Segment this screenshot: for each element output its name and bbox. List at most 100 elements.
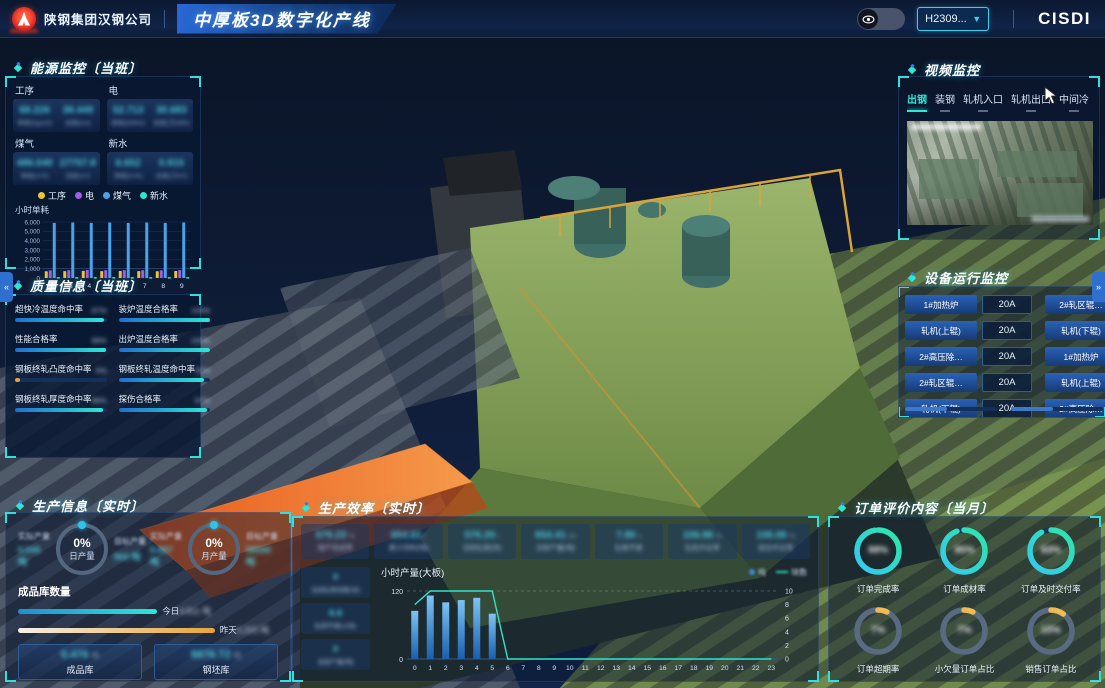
model-dropdown[interactable]: H2309... ▼: [917, 7, 989, 31]
svg-text:1: 1: [428, 665, 432, 672]
energy-value: 30.683: [156, 105, 187, 116]
video-panel: 出钢装钢轧机入口轧机出口中间冷电动热: [898, 76, 1100, 240]
gauge-left-value: 0.967 吨: [150, 545, 182, 568]
quality-item-pct: 100%: [191, 306, 210, 315]
energy-group: 电52.713单耗(kWh/t)30.683总耗(万kWh): [107, 82, 194, 132]
quality-item: 钢板终轧凸度命中率 5%: [15, 363, 107, 382]
svg-text:8: 8: [785, 602, 789, 609]
energy-panel: 工序68.226单耗(kgce/t)39.449总耗(tce)电52.713单耗…: [5, 76, 201, 269]
left-collapse-tab[interactable]: «: [0, 272, 13, 302]
energy-stats-grid: 工序68.226单耗(kgce/t)39.449总耗(tce)电52.713单耗…: [13, 82, 193, 185]
production-info-panel: 实际产量0.045 吨0%日产量目标产量900 吨实际产量0.967 吨0%月产…: [5, 512, 291, 682]
output-gauge-group: 实际产量0.967 吨0%月产量目标产量58000 吨: [150, 523, 278, 575]
devices-panel: 1#加热炉20A2#轧区辊…20A轧机(上辊)20A轧机(下辊)20A2#高压除…: [898, 286, 1105, 418]
gauge-ring: 0%月产量: [188, 523, 240, 575]
energy-panel-title: 能源监控〔当班〕: [12, 58, 142, 77]
efficiency-stat-value: 654.61 t: [391, 530, 426, 541]
device-reading: 1#加热炉20A: [905, 295, 1037, 314]
stock-bar: [18, 628, 215, 633]
video-tab-1[interactable]: 出钢: [907, 91, 927, 112]
svg-text:20: 20: [721, 665, 729, 672]
svg-text:12: 12: [597, 665, 605, 672]
energy-value-label: 总耗(万m³): [156, 170, 187, 180]
energy-value-label: 总耗(tce): [65, 117, 91, 127]
quality-item-fill: [119, 378, 204, 382]
energy-value: 39.449: [63, 105, 94, 116]
diamond-icon: [836, 502, 848, 514]
legend-item: 新水: [140, 189, 168, 202]
device-label: 轧机(上辊): [1045, 373, 1105, 392]
device-label: 轧机(上辊): [905, 321, 977, 340]
quality-item: 超快冷温度命中率97%: [15, 303, 107, 322]
efficiency-stat-tile: 106.06 %综合作业率: [742, 524, 810, 559]
efficiency-side-label: 当班轧制块数(块): [311, 584, 361, 594]
header-divider-2: [1013, 10, 1014, 28]
stock-box: 0.476 吨成品库: [18, 644, 142, 680]
quality-item-fill: [15, 378, 20, 382]
svg-text:8: 8: [537, 665, 541, 672]
video-watermark: [1031, 216, 1089, 222]
energy-group-box: 68.226单耗(kgce/t)39.449总耗(tce): [13, 99, 100, 132]
energy-value: 52.713: [113, 105, 144, 116]
company-logo-icon: [12, 7, 36, 31]
svg-text:7: 7: [521, 665, 525, 672]
energy-group: 煤气486.040单耗(m³/t)27757.8总耗(m³): [13, 135, 100, 185]
energy-value-label: 总耗(万kWh): [153, 117, 190, 127]
quality-item-label: 装炉温度合格率: [119, 303, 179, 315]
quality-item-label: 出炉温度合格率: [119, 333, 179, 345]
efficiency-stat-label: 当班轧制(块): [462, 543, 502, 553]
gauge-name: 日产量: [69, 550, 95, 562]
order-donut: 10%销售订单占比: [1008, 605, 1094, 675]
quality-item: 装炉温度合格率 100%: [119, 303, 211, 322]
device-value: 20A: [982, 373, 1032, 392]
device-label: 1#加热炉: [1045, 347, 1105, 366]
video-camera-tabs: 出钢装钢轧机入口轧机出口中间冷电动热: [907, 91, 1093, 112]
quality-item-fill: [15, 408, 103, 412]
svg-text:1,000: 1,000: [25, 266, 41, 273]
efficiency-stat-tile: 579.23 %班产完成率: [301, 524, 369, 559]
svg-text:6,000: 6,000: [25, 219, 41, 226]
stock-bar-row: 今日4,811 吨: [18, 605, 278, 617]
device-scrollbar-left[interactable]: [905, 407, 997, 411]
device-reading: 1#加热炉20A: [1045, 347, 1105, 366]
donut-label: 销售订单占比: [1025, 663, 1076, 675]
quality-item-label: 钢板终轧凸度命中率: [15, 363, 92, 375]
stock-box-value: 0.476 吨: [61, 649, 99, 661]
svg-text:13: 13: [612, 665, 620, 672]
video-tab-2[interactable]: 装钢: [935, 91, 955, 112]
legend-label: 煤气: [113, 189, 131, 202]
video-tab-3[interactable]: 轧机入口: [963, 91, 1003, 112]
svg-text:3: 3: [459, 665, 463, 672]
efficiency-side-tile: 8.8轧制节奏(s/块): [301, 603, 370, 634]
gauge-left-label: 实际产量: [18, 531, 50, 542]
video-feed[interactable]: [907, 121, 1093, 225]
order-donut: 7%小欠量订单占比: [921, 605, 1007, 675]
device-value: 20A: [982, 347, 1032, 366]
gauge-right-label: 目标产量: [114, 536, 146, 547]
quality-item-pct: 93%: [195, 366, 210, 375]
efficiency-side-tile: 0当班产量(吨): [301, 639, 370, 670]
device-label: 轧机(下辊): [1045, 321, 1105, 340]
device-readings-grid: 1#加热炉20A2#轧区辊…20A轧机(上辊)20A轧机(下辊)20A2#高压除…: [905, 295, 1105, 418]
svg-text:0: 0: [413, 665, 417, 672]
stock-bar: [18, 609, 157, 614]
gauge-right-label: 目标产量: [246, 531, 278, 542]
quality-item-pct: 99%: [92, 336, 107, 345]
svg-text:0: 0: [785, 657, 789, 664]
stock-bar-label: 今日4,811 吨: [162, 605, 211, 617]
visibility-toggle[interactable]: [857, 8, 905, 30]
legend-dot: [38, 192, 45, 199]
svg-text:15: 15: [643, 665, 651, 672]
device-label: 1#加热炉: [905, 295, 977, 314]
quality-item: 性能合格率99%: [15, 333, 107, 352]
device-scrollbar-right[interactable]: [1011, 407, 1103, 411]
device-value: 20A: [982, 321, 1032, 340]
quality-item-bar: [119, 378, 211, 382]
quality-item-pct: 5%: [96, 366, 107, 375]
video-tab-5[interactable]: 中间冷: [1059, 91, 1089, 112]
device-reading: 2#轧区辊…20A: [905, 373, 1037, 392]
energy-value: 68.226: [19, 105, 50, 116]
efficiency-stat-label: 班产完成率: [318, 543, 353, 553]
svg-text:0: 0: [399, 657, 403, 664]
right-collapse-tab[interactable]: »: [1092, 272, 1105, 302]
